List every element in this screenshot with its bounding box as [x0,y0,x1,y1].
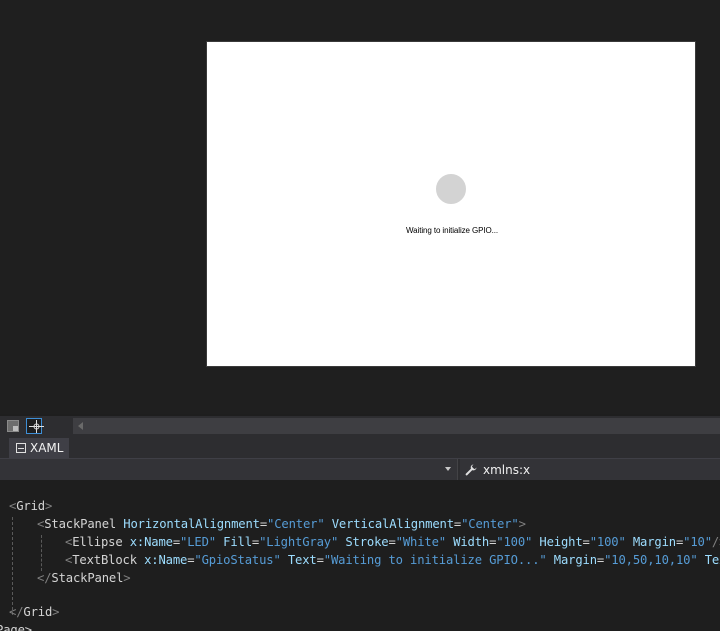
code-value: "LightGray" [259,535,339,549]
code-tag: Grid [23,605,53,619]
code-value: "100" [496,535,533,549]
code-value: "GpioStatus" [194,553,281,567]
code-tag: Grid [16,499,45,513]
horizontal-scrollbar[interactable] [73,418,720,434]
code-value: "Center" [267,517,325,531]
code-value: "White" [395,535,446,549]
code-punctuation: > [52,605,60,619]
code-line[interactable]: <StackPanel HorizontalAlignment="Center"… [37,515,526,533]
code-line[interactable]: Page> [0,621,32,631]
code-value: "10,50,10,10" [604,553,698,567]
code-line[interactable]: <Grid> [9,497,52,515]
editor-tab-strip: XAML [0,436,720,458]
code-punctuation: > [518,517,526,531]
code-attribute: Text [287,553,317,567]
code-line[interactable]: <Ellipse x:Name="LED" Fill="LightGray" S… [65,533,720,551]
code-attribute: Fill [223,535,252,549]
element-dropdown[interactable] [0,459,458,480]
code-attribute: Width [453,535,490,549]
designer-toolbar [0,416,720,436]
code-attribute: Stroke [345,535,389,549]
code-tag: Ellipse [72,535,123,549]
code-attribute: x:Name [144,553,188,567]
toggle-snap-button[interactable] [26,418,44,434]
code-tag: StackPanel [51,571,124,585]
code-value: "100" [589,535,626,549]
code-tag: TextBlock [72,553,137,567]
member-dropdown[interactable]: xmlns:x [460,459,720,480]
led-ellipse[interactable] [435,173,467,205]
code-value: "Center" [461,517,519,531]
scroll-left-icon[interactable] [78,422,83,430]
page-artboard[interactable]: Waiting to initialize GPIO... [206,41,696,367]
code-punctuation: </ [9,605,24,619]
grid-icon [7,420,19,432]
code-attribute: Margin [632,535,676,549]
wrench-icon [465,464,477,475]
xaml-code-editor[interactable]: <Grid> <StackPanel HorizontalAlignment="… [0,481,720,631]
indent-guide [41,535,42,571]
code-value: "LED" [180,535,216,549]
code-attribute: Height [539,535,583,549]
code-line[interactable]: </StackPanel> [37,569,131,587]
toggle-grid-button[interactable] [5,418,21,434]
gpio-status-text[interactable]: Waiting to initialize GPIO... [207,226,697,235]
member-dropdown-value: xmlns:x [483,462,531,477]
code-attribute: HorizontalAlignment [123,517,260,531]
code-punctuation: </ [37,571,52,585]
code-attribute: Margin [553,553,597,567]
tab-xaml-label: XAML [30,441,64,455]
design-surface[interactable]: Waiting to initialize GPIO... [0,0,720,414]
indent-guide [12,517,13,615]
xaml-document-icon [16,443,26,453]
code-attribute: VerticalAlignment [331,517,454,531]
code-tag: StackPanel [44,517,117,531]
code-line[interactable]: </Grid> [9,603,59,621]
code-value: "Waiting to initialize GPIO..." [323,553,547,567]
snap-icon [29,420,44,433]
code-punctuation: /> [711,535,720,549]
code-line[interactable]: <TextBlock x:Name="GpioStatus" Text="Wai… [65,551,720,569]
tab-xaml[interactable]: XAML [9,438,69,458]
code-attribute: TextA [704,553,720,567]
code-punctuation: > [44,499,53,513]
chevron-down-icon[interactable] [445,467,451,471]
code-punctuation: > [123,571,131,585]
code-value: "10" [683,535,712,549]
navigation-bar: xmlns:x [0,458,720,480]
code-attribute: x:Name [129,535,173,549]
code-tag: Page> [0,623,32,631]
